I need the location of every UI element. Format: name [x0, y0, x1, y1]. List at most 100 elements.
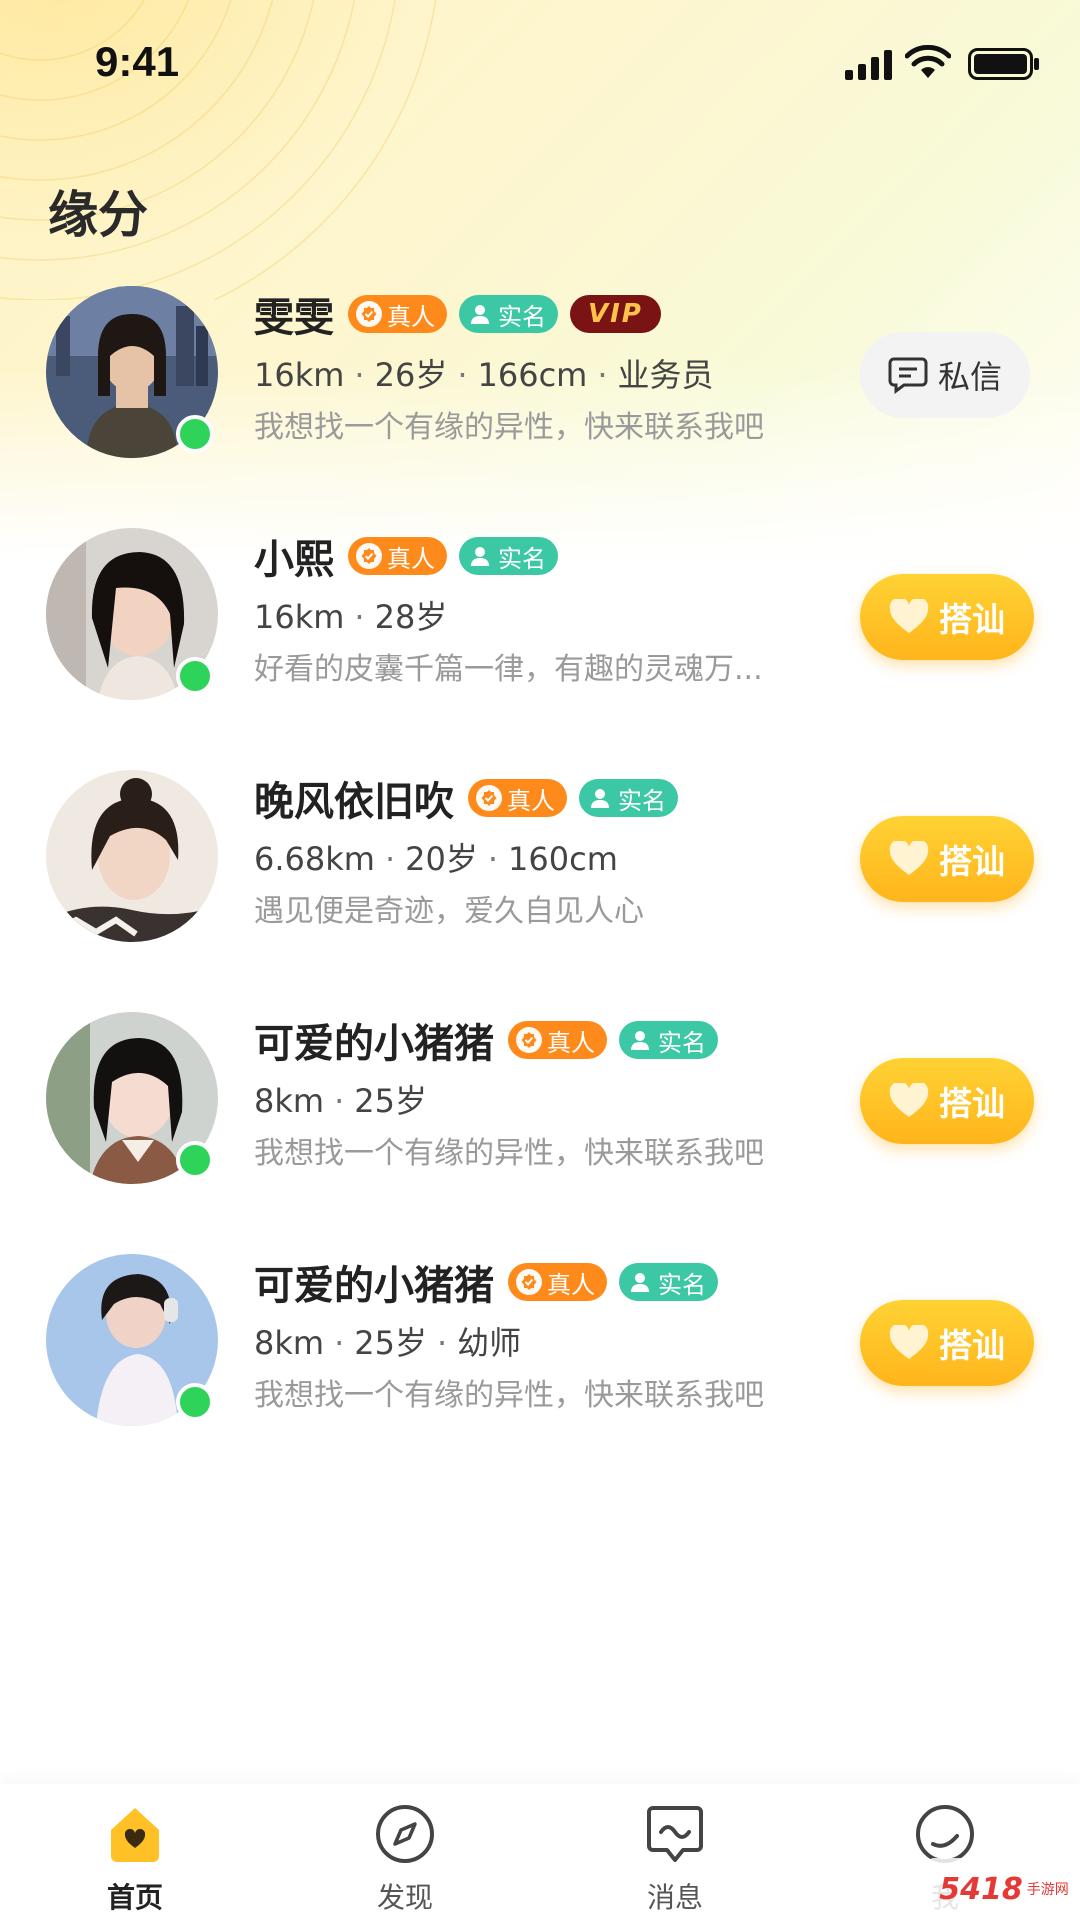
greet-label: 搭讪 — [939, 1326, 1005, 1365]
user-card[interactable]: 雯雯 真人 实名 VIP 16km · 26岁 · 166cm · 业务员 我想找一个有缘的… — [0, 280, 1080, 522]
real-person-badge: 真人 — [468, 779, 567, 817]
cellular-signal-icon — [845, 50, 892, 80]
real-person-label: 真人 — [387, 544, 435, 573]
height: 166cm — [477, 356, 588, 394]
real-person-label: 真人 — [387, 302, 435, 331]
real-person-label: 真人 — [547, 1270, 595, 1299]
user-card[interactable]: 晚风依旧吹 真人 实名 6.68km · 20岁 · 160cm 遇见便是奇迹，爱久自见… — [0, 764, 1080, 1006]
real-name-label: 实名 — [618, 786, 666, 815]
tab-discover[interactable]: 发现 — [335, 1802, 475, 1916]
user-meta: 16km · 28岁 — [254, 598, 448, 636]
chat-icon — [647, 1806, 703, 1862]
private-message-button[interactable]: 私信 — [860, 332, 1030, 418]
heart-icon — [889, 599, 929, 633]
greet-label: 搭讪 — [939, 1084, 1005, 1123]
distance: 16km — [254, 598, 345, 636]
private-message-label: 私信 — [937, 358, 1002, 396]
profile-icon — [916, 1805, 974, 1863]
real-person-badge: 真人 — [508, 1263, 607, 1301]
status-time: 9:41 — [95, 38, 180, 85]
user-info: 可爱的小猪猪 真人 实名 8km · 25岁 我想找一个有缘的异性，快来联系我吧 — [254, 1012, 854, 1172]
user-name: 可爱的小猪猪 — [254, 1263, 494, 1309]
heart-icon — [889, 1083, 929, 1117]
age: 25岁 — [354, 1082, 427, 1120]
watermark-text: 5418 — [939, 1871, 1023, 1907]
verified-check-icon — [516, 1269, 542, 1295]
real-name-badge: 实名 — [459, 295, 558, 333]
user-card[interactable]: 可爱的小猪猪 真人 实名 8km · 25岁 · 幼师 我想找一个有缘的异性，快来联系我… — [0, 1248, 1080, 1490]
greet-label: 搭讪 — [939, 600, 1005, 639]
message-icon — [888, 357, 928, 394]
bottom-tab-bar: 首页 发现 消息 我 — [0, 1784, 1080, 1920]
real-name-label: 实名 — [498, 302, 546, 331]
real-person-badge: 真人 — [348, 295, 447, 333]
verified-check-icon — [516, 1027, 542, 1053]
greet-button[interactable]: 搭讪 — [860, 816, 1034, 902]
home-icon — [111, 1808, 159, 1862]
user-info: 可爱的小猪猪 真人 实名 8km · 25岁 · 幼师 我想找一个有缘的异性，快来联系我… — [254, 1254, 854, 1414]
real-name-badge: 实名 — [619, 1021, 718, 1059]
distance: 8km — [254, 1082, 325, 1120]
user-meta: 6.68km · 20岁 · 160cm — [254, 840, 618, 878]
tab-messages[interactable]: 消息 — [605, 1802, 745, 1916]
user-info: 雯雯 真人 实名 VIP 16km · 26岁 · 166cm · 业务员 我想找一个有缘的… — [254, 286, 854, 446]
greet-button[interactable]: 搭讪 — [860, 574, 1034, 660]
online-indicator — [176, 1141, 214, 1179]
watermark-logo: 5418 手游网 — [928, 1858, 1080, 1920]
person-icon — [467, 301, 493, 327]
height: 160cm — [508, 840, 618, 878]
user-meta: 8km · 25岁 · 幼师 — [254, 1324, 522, 1362]
greet-label: 搭讪 — [939, 842, 1005, 881]
person-icon — [627, 1027, 653, 1053]
real-person-badge: 真人 — [508, 1021, 607, 1059]
occupation: 业务员 — [617, 356, 714, 394]
user-bio: 我想找一个有缘的异性，快来联系我吧 — [254, 410, 764, 445]
user-meta: 16km · 26岁 · 166cm · 业务员 — [254, 356, 714, 394]
battery-icon — [968, 48, 1039, 80]
user-card[interactable]: 可爱的小猪猪 真人 实名 8km · 25岁 我想找一个有缘的异性，快来联系我吧 搭… — [0, 1006, 1080, 1248]
user-card[interactable]: 小熙 真人 实名 16km · 28岁 好看的皮囊千篇一律，有趣的灵魂万... 搭讪 — [0, 522, 1080, 764]
tab-messages-label: 消息 — [646, 1881, 703, 1914]
tab-home[interactable]: 首页 — [65, 1802, 205, 1916]
person-icon — [627, 1269, 653, 1295]
age: 25岁 — [354, 1324, 427, 1362]
user-name: 晚风依旧吹 — [254, 779, 454, 825]
user-info: 晚风依旧吹 真人 实名 6.68km · 20岁 · 160cm 遇见便是奇迹，爱久自见… — [254, 770, 854, 930]
user-bio: 我想找一个有缘的异性，快来联系我吧 — [254, 1378, 764, 1413]
tab-home-label: 首页 — [106, 1881, 163, 1914]
verified-check-icon — [476, 785, 502, 811]
user-bio: 遇见便是奇迹，爱久自见人心 — [254, 894, 644, 929]
greet-button[interactable]: 搭讪 — [860, 1058, 1034, 1144]
real-name-badge: 实名 — [579, 779, 678, 817]
real-name-label: 实名 — [658, 1270, 706, 1299]
person-icon — [467, 543, 493, 569]
wifi-icon — [905, 45, 951, 78]
distance: 8km — [254, 1324, 325, 1362]
tab-discover-label: 发现 — [376, 1881, 433, 1914]
user-meta: 8km · 25岁 — [254, 1082, 427, 1120]
heart-icon — [889, 1325, 929, 1359]
distance: 16km — [254, 356, 345, 394]
real-name-badge: 实名 — [619, 1263, 718, 1301]
watermark-subtext: 手游网 — [1026, 1882, 1069, 1898]
real-person-label: 真人 — [547, 1028, 595, 1057]
real-name-label: 实名 — [498, 544, 546, 573]
distance: 6.68km — [254, 840, 375, 878]
user-list: 雯雯 真人 实名 VIP 16km · 26岁 · 166cm · 业务员 我想找一个有缘的… — [0, 280, 1080, 1490]
page-title: 缘分 — [48, 186, 148, 244]
real-name-badge: 实名 — [459, 537, 558, 575]
user-name: 雯雯 — [254, 295, 334, 341]
greet-button[interactable]: 搭讪 — [860, 1300, 1034, 1386]
age: 20岁 — [405, 840, 478, 878]
status-bar: 9:41 — [0, 0, 1080, 130]
user-name: 小熙 — [254, 537, 334, 583]
real-person-badge: 真人 — [348, 537, 447, 575]
age: 26岁 — [374, 356, 448, 394]
user-info: 小熙 真人 实名 16km · 28岁 好看的皮囊千篇一律，有趣的灵魂万... — [254, 528, 854, 688]
real-person-label: 真人 — [507, 786, 555, 815]
occupation: 幼师 — [457, 1324, 522, 1362]
compass-icon — [376, 1805, 434, 1863]
vip-badge: VIP — [570, 295, 661, 333]
user-bio: 我想找一个有缘的异性，快来联系我吧 — [254, 1136, 764, 1171]
avatar[interactable] — [46, 770, 218, 942]
